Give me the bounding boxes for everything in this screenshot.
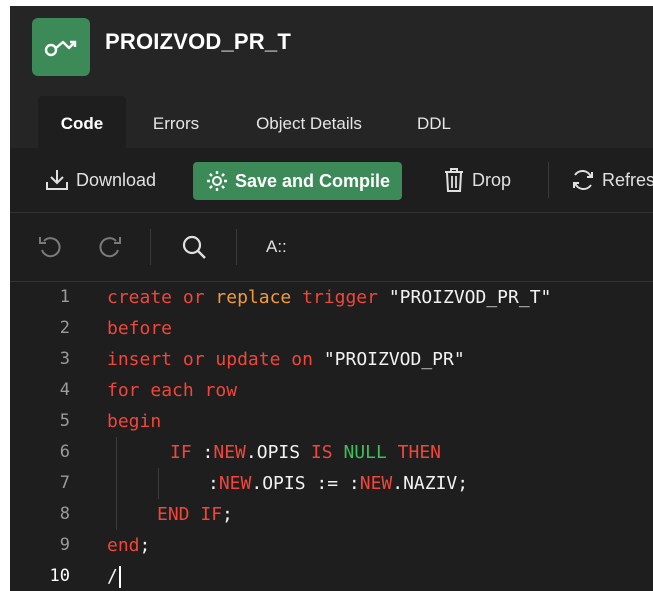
code-line: 7 :NEW.OPIS := :NEW.NAZIV; [10, 468, 653, 499]
download-label: Download [76, 169, 157, 190]
tab-code[interactable]: Code [38, 96, 126, 148]
tab-object-details[interactable]: Object Details [234, 96, 384, 148]
drop-label: Drop [472, 169, 512, 190]
drop-button[interactable]: Drop [442, 162, 511, 198]
refresh-icon [573, 170, 593, 190]
line-number: 3 [59, 349, 70, 369]
code-text: / [107, 561, 121, 591]
line-number: 1 [59, 287, 70, 307]
trash-icon [445, 168, 463, 192]
code-text: create or replace trigger "PROIZVOD_PR_T… [107, 287, 552, 308]
toolbar-divider [548, 162, 549, 198]
save-and-compile-button[interactable]: Save and Compile [193, 162, 403, 200]
line-number: 5 [59, 411, 70, 431]
gear-icon [207, 171, 227, 191]
undo-icon[interactable] [36, 233, 64, 261]
code-line: 8 END IF; [10, 499, 653, 530]
code-line: 6 IF :NEW.OPIS IS NULL THEN [10, 437, 653, 468]
code-text: END IF; [157, 504, 233, 525]
search-icon[interactable] [180, 233, 208, 261]
save-and-compile-label: Save and Compile [235, 170, 391, 191]
code-line: 2 before [10, 313, 653, 344]
code-line: 4 for each row [10, 375, 653, 406]
download-icon [46, 170, 68, 190]
editor-toolbar-divider [236, 229, 237, 265]
code-text: begin [107, 411, 162, 432]
code-text: before [107, 318, 173, 339]
page-title: PROIZVOD_PR_T [105, 29, 291, 54]
line-number: 10 [49, 566, 70, 586]
code-text: IF :NEW.OPIS IS NULL THEN [170, 442, 442, 463]
line-number: 7 [59, 473, 70, 493]
code-text: end; [107, 535, 151, 556]
text-cursor [118, 566, 121, 588]
editor-toolbar-divider [150, 229, 151, 265]
code-line: 9 end; [10, 530, 653, 561]
line-number: 6 [59, 442, 70, 462]
code-text: for each row [107, 380, 238, 401]
font-size-button[interactable]: A:: [266, 237, 287, 257]
refresh-label: Refres [602, 169, 653, 190]
code-line: 3 insert or update on "PROIZVOD_PR" [10, 344, 653, 375]
line-number: 8 [59, 504, 70, 524]
line-number: 4 [59, 380, 70, 400]
line-number: 9 [59, 535, 70, 555]
tab-errors[interactable]: Errors [138, 96, 214, 148]
window: PROIZVOD_PR_T Code Errors Object Details… [10, 6, 653, 591]
toolbar: Download Save and Compile Drop Refres [10, 148, 653, 213]
object-header: PROIZVOD_PR_T [10, 6, 653, 92]
code-line: 1 create or replace trigger "PROIZVOD_PR… [10, 282, 653, 313]
line-number: 2 [59, 318, 70, 338]
code-line: 5 begin [10, 406, 653, 437]
code-text: insert or update on "PROIZVOD_PR" [107, 349, 465, 370]
tab-bar: Code Errors Object Details DDL [10, 92, 653, 148]
download-button[interactable]: Download [44, 162, 156, 198]
code-text: :NEW.OPIS := :NEW.NAZIV; [208, 473, 469, 494]
editor-toolbar: A:: [10, 213, 653, 282]
refresh-button[interactable]: Refres [570, 162, 653, 198]
code-line-current: 10 / [10, 561, 653, 591]
tab-ddl[interactable]: DDL [402, 96, 466, 148]
trigger-icon [32, 18, 90, 76]
code-editor[interactable]: 1 create or replace trigger "PROIZVOD_PR… [10, 282, 653, 591]
redo-icon[interactable] [96, 233, 124, 261]
